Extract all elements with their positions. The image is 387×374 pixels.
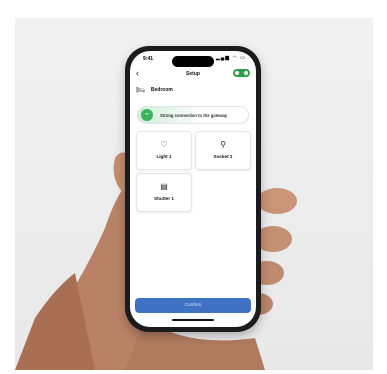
dynamic-island — [172, 56, 214, 67]
device-card-socket[interactable]: ⚲ Socket 1 — [195, 131, 251, 170]
connection-text: Strong connection to the gateway — [160, 112, 228, 118]
gateway-icon[interactable] — [233, 69, 250, 77]
room-row: 🛏 Bedroom — [136, 86, 173, 94]
device-label: Light 1 — [156, 154, 172, 159]
device-label: Shutter 1 — [154, 196, 174, 201]
device-label: Socket 1 — [213, 154, 233, 159]
device-card-light[interactable]: ♡ Light 1 — [136, 131, 192, 170]
plug-icon: ⚲ — [220, 140, 226, 149]
shutter-icon: ▤ — [160, 182, 168, 191]
status-time: 9:41 — [143, 56, 154, 62]
status-icons: ▂▄▆ ◠ ▭ — [215, 55, 246, 61]
lightbulb-icon: ♡ — [160, 140, 168, 149]
device-card-shutter[interactable]: ▤ Shutter 1 — [136, 173, 192, 212]
confirm-button[interactable]: Confirm — [135, 298, 251, 313]
connection-status: ≈ Strong connection to the gateway — [137, 106, 249, 124]
bed-icon: 🛏 — [136, 87, 145, 94]
home-indicator — [172, 319, 214, 321]
phone-screen: 9:41 ▂▄▆ ◠ ▭ ‹ Setup 🛏 Bedroom ≈ Strong … — [130, 51, 256, 327]
room-label: Bedroom — [150, 87, 173, 93]
wifi-icon: ≈ — [141, 109, 153, 121]
